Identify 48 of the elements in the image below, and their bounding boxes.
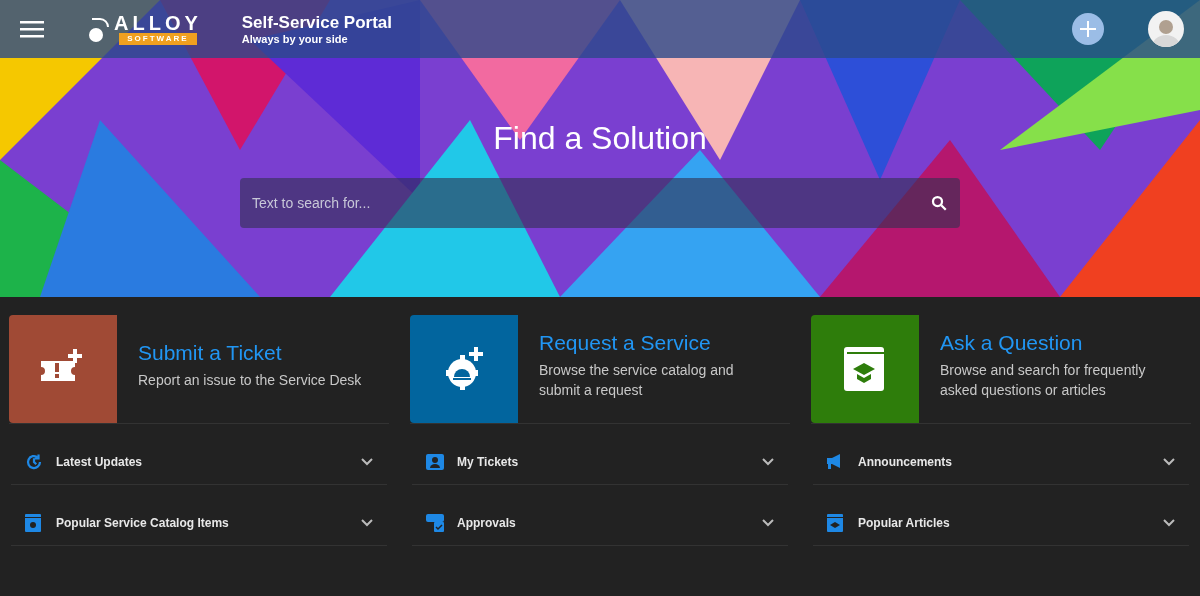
card-description: Report an issue to the Service Desk — [138, 371, 363, 391]
accordion-header[interactable]: Popular Articles — [813, 485, 1189, 546]
chevron-icon — [1163, 458, 1175, 466]
card-title: Request a Service — [539, 329, 712, 356]
accordion-header[interactable]: Latest Updates — [11, 424, 387, 485]
chevron-icon — [1163, 519, 1175, 527]
chevron-icon — [361, 458, 373, 466]
accordion-header[interactable]: Approvals — [412, 485, 788, 546]
accordion-label: Popular Articles — [858, 515, 951, 532]
search-icon — [930, 194, 948, 212]
logo-icon — [88, 15, 110, 43]
action-card[interactable]: Ask a Question Browse and search for frequently asked questions or articles — [811, 315, 1191, 424]
action-card[interactable]: Submit a Ticket Report an issue to the Service Desk — [9, 315, 389, 424]
card-description: Browse the service catalog and submit a request — [539, 361, 735, 401]
history-icon — [25, 453, 43, 471]
accordion-label: Popular Service Catalog Items — [56, 515, 230, 532]
plus-icon — [1080, 21, 1096, 37]
megaphone-icon — [827, 454, 843, 470]
accordion-label: Announcements — [858, 454, 953, 471]
action-card[interactable]: Request a Service Browse the service catalog and submit a request — [410, 315, 790, 424]
menu-icon — [20, 20, 44, 38]
accordion-header[interactable]: Popular Service Catalog Items — [11, 485, 387, 546]
card-title: Ask a Question — [940, 329, 1084, 356]
accordion-label: Latest Updates — [56, 454, 144, 471]
chevron-icon — [361, 519, 373, 527]
add-button[interactable] — [1072, 13, 1104, 45]
portal-title: Self-Service Portal — [241, 11, 393, 33]
book-icon — [827, 514, 843, 532]
accordion-header[interactable]: Announcements — [813, 424, 1189, 485]
search-bar[interactable]: Text to search for... — [240, 178, 960, 228]
portal-subtitle: Always by your side — [241, 32, 349, 47]
search-field[interactable]: Text to search for... — [252, 192, 930, 214]
person-icon — [1152, 17, 1180, 47]
logo-subword: SOFTWARE — [119, 33, 197, 45]
card-description: Browse and search for frequently asked questions or articles — [940, 361, 1147, 401]
hero-heading: Find a Solution — [493, 122, 707, 154]
chevron-icon — [762, 519, 774, 527]
card-title: Submit a Ticket — [138, 339, 283, 366]
book-icon — [844, 347, 886, 391]
logo-wordmark: ALLOY — [114, 13, 202, 33]
accordion-header[interactable]: My Tickets — [412, 424, 788, 485]
catalog-icon — [25, 514, 41, 532]
person-card-icon — [426, 454, 444, 470]
user-avatar[interactable] — [1148, 11, 1184, 47]
accordion-label: My Tickets — [457, 454, 520, 471]
chevron-icon — [762, 458, 774, 466]
ticket-check-icon — [426, 514, 444, 532]
accordion-label: Approvals — [457, 515, 517, 532]
